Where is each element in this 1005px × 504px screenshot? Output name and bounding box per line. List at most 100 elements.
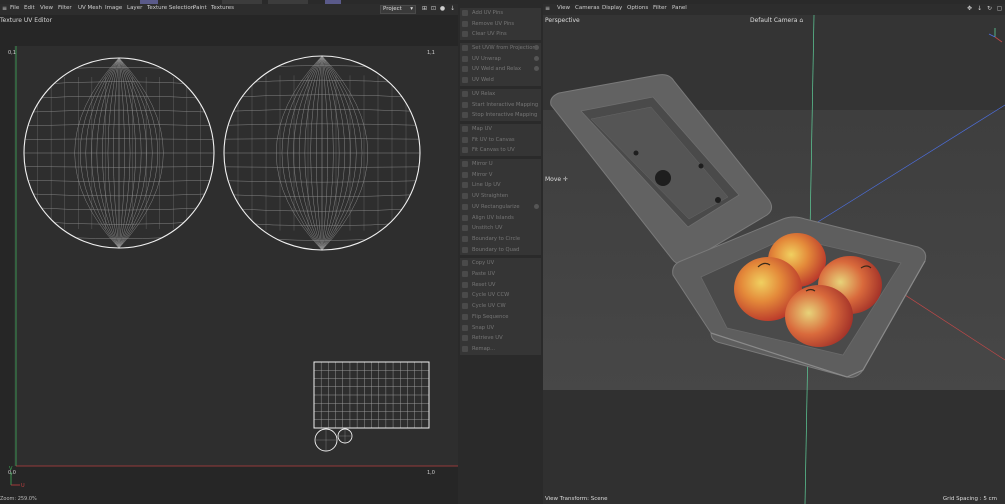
command-item[interactable]: Remap... [460,344,541,354]
command-icon [462,182,468,189]
command-label: Flip Sequence [472,313,509,320]
command-icon [462,171,468,178]
command-label: Remap... [472,345,496,352]
command-label: Line Up UV [472,182,501,189]
command-label: Unstitch UV [472,225,503,232]
command-item[interactable]: Reset UV [460,280,541,290]
command-label: Clear UV Pins [472,31,507,38]
command-label: Add UV Pins [472,10,504,16]
viewport-scene[interactable] [543,15,1005,504]
command-label: Copy UV [472,260,495,267]
gear-icon[interactable] [534,203,539,209]
command-icon [462,271,468,278]
command-item[interactable]: Boundary to Circle [460,234,541,244]
command-item[interactable]: Fit Canvas to UV [460,145,541,155]
command-label: UV Relax [472,90,496,97]
command-icon [462,126,468,132]
vp-menu-panel[interactable]: Panel [672,5,687,11]
command-icon [462,235,468,242]
hamburger-icon[interactable]: ≡ [544,5,551,13]
camera-label[interactable]: Default Camera ⌂ [750,17,803,24]
command-item[interactable]: Retrieve UV [460,333,541,343]
command-icon [462,20,468,27]
command-group: Set UVW from Projection UV Unwrap UV Weld … [460,43,541,86]
command-label: UV Unwrap [472,55,501,62]
viewport-background [543,390,1005,504]
command-icon [462,345,468,352]
maximize-icon[interactable]: ▢ [996,5,1003,13]
command-icon [462,335,468,342]
command-item[interactable]: Boundary to Quad [460,245,541,255]
command-item[interactable]: UV Weld and Relax [460,64,541,74]
command-item[interactable]: Snap UV [460,323,541,333]
command-label: Remove UV Pins [472,20,515,27]
gear-icon[interactable] [534,45,539,51]
camera-icon: ⌂ [799,17,804,24]
viewport-menubar: ≡ View Cameras Display Options Filter Pa… [543,4,1005,15]
command-item[interactable]: UV Unwrap [460,54,541,64]
vp-menu-options[interactable]: Options [627,5,648,11]
command-item[interactable]: Copy UV [460,258,541,268]
corner-label-br: 1,0 [427,470,435,476]
command-item[interactable]: Mirror U [460,159,541,169]
command-label: Mirror V [472,171,493,178]
command-item[interactable]: Line Up UV [460,180,541,190]
grid-spacing-label: Grid Spacing : 5 cm [942,496,997,502]
command-item[interactable]: Unstitch UV [460,223,541,233]
gear-icon[interactable] [534,55,539,61]
vp-menu-cameras[interactable]: Cameras [575,5,599,11]
rotate-view-icon[interactable]: ↻ [986,5,993,13]
command-item[interactable]: Fit UV to Canvas [460,135,541,145]
command-item[interactable]: Map UV [460,124,541,134]
command-item[interactable]: Cycle UV CCW [460,290,541,300]
command-label: UV Straighten [472,193,509,200]
command-label: Start Interactive Mapping [472,101,539,108]
command-icon [462,112,468,119]
command-item[interactable]: Remove UV Pins [460,19,541,29]
navigate-icon[interactable]: ✥ [966,5,973,13]
command-group: Mirror U Mirror V Line Up UV UV Straighten U… [460,159,541,256]
command-item[interactable]: Paste UV [460,269,541,279]
command-item[interactable]: Stop Interactive Mapping [460,110,541,120]
command-item[interactable]: Flip Sequence [460,312,541,322]
command-label: Boundary to Quad [472,246,520,253]
command-item[interactable]: Set UVW from Projection [460,43,541,53]
viewport-label[interactable]: Perspective [545,17,580,24]
command-label: UV Weld and Relax [472,66,522,73]
command-icon [462,281,468,288]
uv-mesh-drawing: 0,1 1,1 0,0 1,0 U V [8,46,458,489]
command-icon [462,31,468,38]
command-item[interactable]: Cycle UV CW [460,301,541,311]
command-item[interactable]: UV Relax [460,89,541,99]
command-item[interactable]: Start Interactive Mapping [460,100,541,110]
command-icon [462,55,468,62]
move-view-icon[interactable]: ↓ [976,5,983,13]
command-icon [462,214,468,221]
camera-label-text: Default Camera [750,17,798,24]
move-icon: ✛ [563,176,569,183]
gizmo-v-label: V [9,466,13,472]
command-item[interactable]: Add UV Pins [460,8,541,18]
command-label: Retrieve UV [472,335,503,342]
command-item[interactable]: Mirror V [460,170,541,180]
command-icon [462,193,468,200]
command-group: UV Relax Start Interactive Mapping Stop In… [460,88,541,121]
tool-label-text: Move [545,176,562,183]
command-label: Mirror U [472,161,493,168]
command-item[interactable]: UV Straighten [460,191,541,201]
command-item[interactable]: UV Weld [460,75,541,85]
vp-menu-filter[interactable]: Filter [653,5,667,11]
command-icon [462,101,468,108]
command-item[interactable]: Align UV Islands [460,213,541,223]
command-label: UV Weld [472,77,494,84]
command-item[interactable]: Clear UV Pins [460,29,541,39]
viewport-panel: ≡ View Cameras Display Options Filter Pa… [543,4,1005,504]
vp-menu-display[interactable]: Display [602,5,622,11]
command-label: Fit Canvas to UV [472,147,515,154]
command-icon [462,136,468,143]
command-item[interactable]: UV Rectangularize [460,202,541,212]
gear-icon[interactable] [534,66,539,72]
vp-menu-view[interactable]: View [557,5,570,11]
command-icon [462,147,468,154]
uv-island-rect [314,362,429,428]
